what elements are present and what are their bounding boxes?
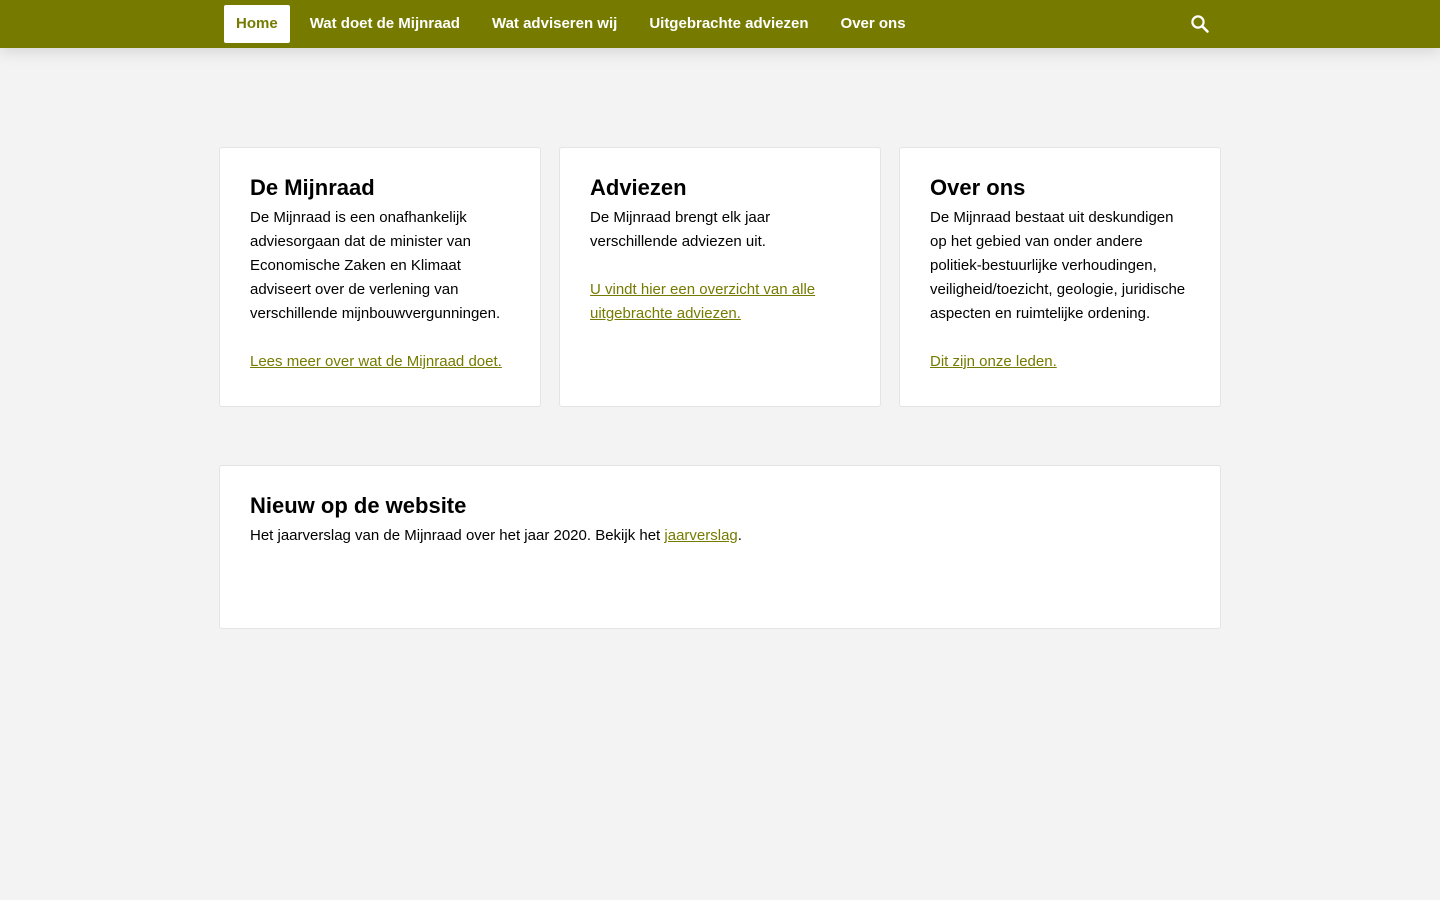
nav-item-uitgebrachte-adviezen[interactable]: Uitgebrachte adviezen [637,5,820,43]
jaarverslag-link[interactable]: jaarverslag [664,527,737,544]
main-navigation: Home Wat doet de Mijnraad Wat adviseren … [224,5,926,43]
card-title: De Mijnraad [250,175,375,200]
card-text: De Mijnraad is een onafhankelijk advieso… [250,209,501,322]
nav-item-over-ons[interactable]: Over ons [829,5,918,43]
news-text-before: Het jaarverslag van de Mijnraad over het… [250,527,665,544]
card-adviezen: Adviezen De Mijnraad brengt elk jaar ver… [559,147,881,407]
nav-item-home[interactable]: Home [224,5,290,43]
top-navigation-bar: Home Wat doet de Mijnraad Wat adviseren … [0,0,1440,48]
search-button[interactable] [1188,12,1212,36]
intro-cards: De Mijnraad De Mijnraad is een onafhanke… [219,147,1221,407]
card-link-onze-leden[interactable]: Dit zijn onze leden. [930,353,1057,370]
card-text: De Mijnraad brengt elk jaar verschillend… [590,209,771,250]
nav-item-wat-adviseren-wij[interactable]: Wat adviseren wij [480,5,629,43]
card-over-ons: Over ons De Mijnraad bestaat uit deskund… [899,147,1221,407]
card-de-mijnraad: De Mijnraad De Mijnraad is een onafhanke… [219,147,541,407]
card-link-adviezen-overzicht[interactable]: U vindt hier een overzicht van alle uitg… [590,281,815,322]
search-icon [1191,15,1209,33]
card-link-lees-meer[interactable]: Lees meer over wat de Mijnraad doet. [250,353,502,370]
card-title: Adviezen [590,175,687,200]
card-text: De Mijnraad bestaat uit deskundigen op h… [930,209,1186,322]
news-text: Het jaarverslag van de Mijnraad over het… [250,524,1190,548]
nav-item-wat-doet-de-mijnraad[interactable]: Wat doet de Mijnraad [298,5,472,43]
news-text-after: . [737,527,742,544]
news-title: Nieuw op de website [250,493,467,518]
news-panel: Nieuw op de website Het jaarverslag van … [219,465,1221,629]
card-title: Over ons [930,175,1026,200]
